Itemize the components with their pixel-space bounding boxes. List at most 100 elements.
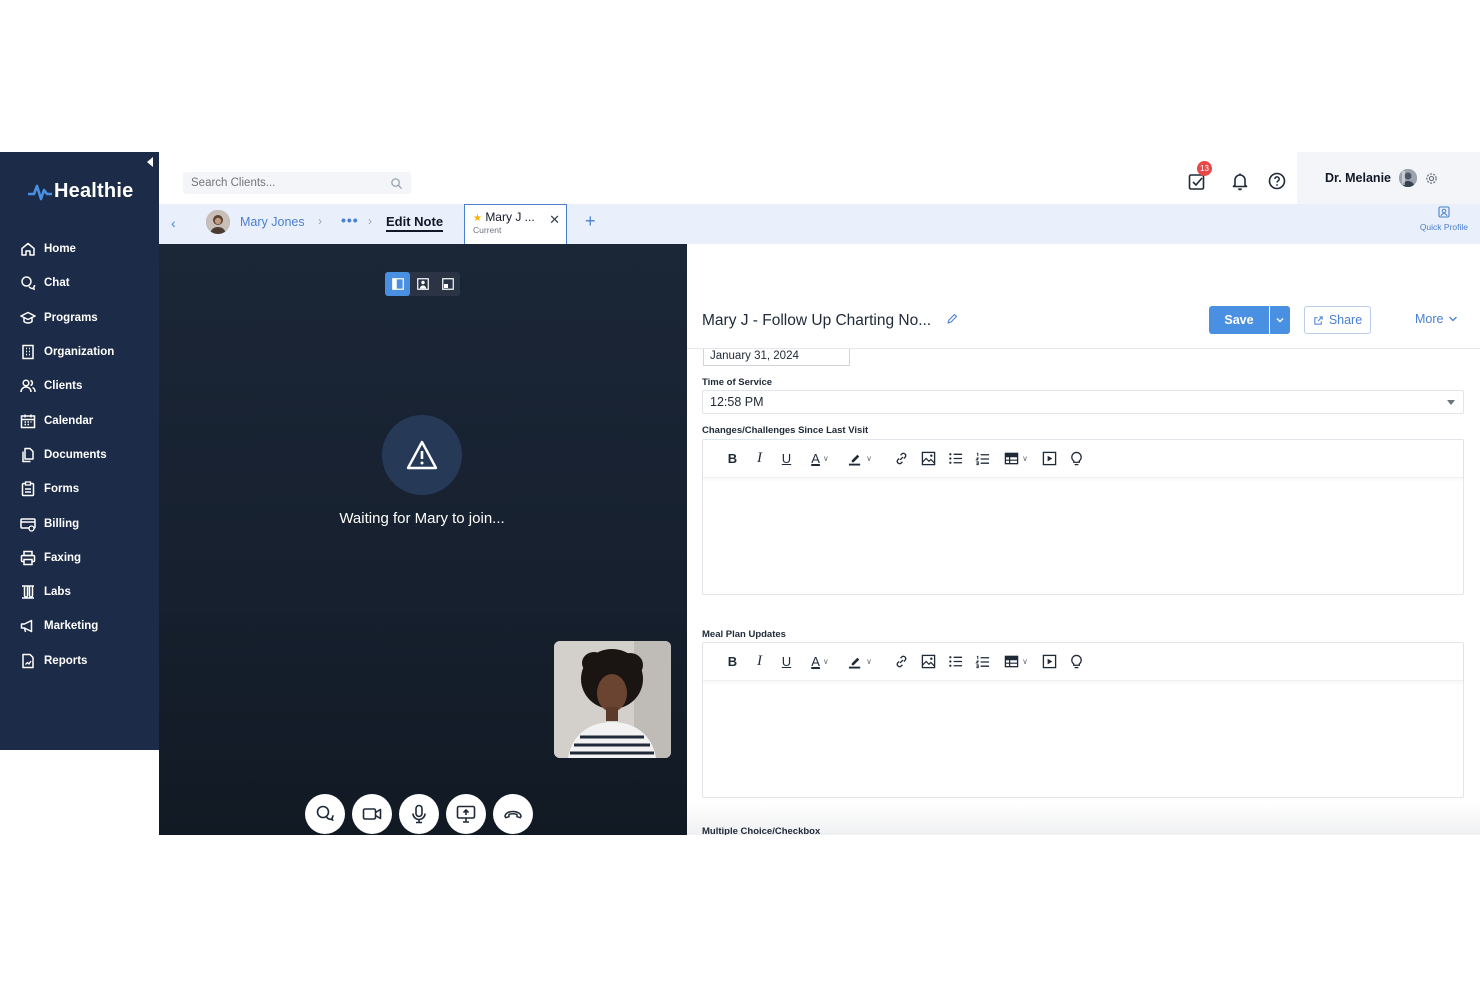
user-avatar-image — [1399, 169, 1417, 187]
save-button[interactable]: Save — [1209, 306, 1269, 334]
screen-share-button[interactable] — [446, 794, 486, 834]
save-options-chevron-icon[interactable] — [1270, 306, 1290, 334]
breadcrumb-more-button[interactable]: ••• — [341, 212, 359, 228]
sidebar-item-calendar[interactable]: Calendar — [0, 403, 159, 437]
charting-note-panel: Mary J - Follow Up Charting No... Save S… — [687, 244, 1480, 835]
warning-indicator — [382, 415, 462, 495]
bulleted-list-button[interactable] — [942, 447, 969, 471]
insert-video-button[interactable] — [1036, 447, 1063, 471]
insert-video-button[interactable] — [1036, 650, 1063, 674]
collapse-sidebar-icon[interactable] — [147, 157, 153, 167]
insert-table-button[interactable]: ∨ — [996, 650, 1036, 674]
organization-icon — [22, 344, 34, 360]
programs-icon — [20, 311, 36, 324]
chevron-down-icon: ∨ — [866, 454, 872, 463]
self-view-video[interactable] — [554, 641, 671, 758]
lightbulb-icon — [1071, 654, 1082, 669]
top-bar: 13 Dr. Melanie — [159, 152, 1480, 204]
more-menu-button[interactable]: More — [1415, 312, 1458, 326]
breadcrumb-client-name[interactable]: Mary Jones — [240, 215, 305, 229]
smart-suggestion-button[interactable] — [1063, 650, 1090, 674]
back-chevron-icon[interactable]: ‹ — [171, 215, 176, 231]
sidebar-item-label: Marketing — [44, 620, 99, 633]
tab-current-note[interactable]: ★ Mary J ... Current ✕ — [464, 204, 567, 244]
italic-button[interactable]: I — [746, 650, 773, 674]
insert-image-button[interactable] — [915, 447, 942, 471]
insert-image-button[interactable] — [915, 650, 942, 674]
chat-toggle-button[interactable] — [305, 794, 345, 834]
edit-pencil-icon[interactable] — [946, 313, 958, 325]
chevron-down-icon: ∨ — [822, 454, 829, 463]
chevron-down-icon: ∨ — [1022, 657, 1028, 666]
layout-speaker-button[interactable] — [410, 272, 435, 296]
highlight-color-button[interactable]: ∨ — [840, 447, 880, 471]
layout-split-button[interactable] — [385, 272, 410, 296]
reports-icon — [22, 653, 34, 668]
end-call-button[interactable] — [493, 794, 533, 834]
sidebar-item-label: Billing — [44, 517, 80, 530]
sidebar: Healthie Home Chat Programs Organization… — [0, 152, 159, 750]
close-tab-icon[interactable]: ✕ — [549, 212, 560, 228]
multiple-choice-label: Multiple Choice/Checkbox — [702, 826, 821, 835]
quick-profile-label: Quick Profile — [1419, 222, 1468, 232]
smart-suggestion-button[interactable] — [1063, 447, 1090, 471]
sidebar-item-forms[interactable]: Forms — [0, 472, 159, 506]
sidebar-item-marketing[interactable]: Marketing — [0, 609, 159, 643]
search-box[interactable] — [183, 172, 411, 194]
insert-link-button[interactable] — [888, 650, 915, 674]
layout-pip-button[interactable] — [435, 272, 460, 296]
bell-icon[interactable] — [1230, 171, 1250, 191]
changes-challenges-editor: B I U A ∨ ∨ ∨ — [702, 439, 1464, 595]
client-avatar[interactable] — [206, 210, 230, 234]
sidebar-item-label: Clients — [44, 380, 83, 393]
self-view-image — [554, 641, 671, 758]
user-menu[interactable]: Dr. Melanie — [1297, 152, 1480, 204]
underline-button[interactable]: U — [773, 650, 800, 674]
sidebar-item-programs[interactable]: Programs — [0, 301, 159, 335]
healthie-logo[interactable]: Healthie — [28, 180, 133, 203]
chat-bubbles-icon — [316, 805, 334, 822]
numbered-list-button[interactable] — [969, 650, 996, 674]
text-color-button[interactable]: A ∨ — [800, 650, 840, 674]
video-layout-switcher — [385, 272, 460, 296]
italic-button[interactable]: I — [746, 447, 773, 471]
sidebar-item-chat[interactable]: Chat — [0, 266, 159, 300]
share-button[interactable]: Share — [1304, 306, 1371, 334]
camera-toggle-button[interactable] — [352, 794, 392, 834]
sidebar-item-documents[interactable]: Documents — [0, 438, 159, 472]
bulleted-list-button[interactable] — [942, 650, 969, 674]
highlight-color-button[interactable]: ∨ — [840, 650, 880, 674]
sidebar-item-home[interactable]: Home — [0, 232, 159, 266]
sidebar-item-label: Forms — [44, 483, 80, 496]
bold-button[interactable]: B — [719, 447, 746, 471]
add-tab-icon[interactable]: + — [585, 211, 596, 232]
video-camera-icon — [362, 808, 382, 820]
sidebar-item-labs[interactable]: Labs — [0, 575, 159, 609]
time-of-service-select[interactable]: 12:58 PM — [702, 390, 1464, 414]
user-avatar[interactable] — [1399, 169, 1417, 187]
sidebar-item-clients[interactable]: Clients — [0, 369, 159, 403]
sidebar-item-label: Programs — [44, 311, 98, 324]
breadcrumb-edit-note[interactable]: Edit Note — [386, 214, 444, 232]
table-icon — [1004, 452, 1019, 465]
numbered-list-button[interactable] — [969, 447, 996, 471]
microphone-toggle-button[interactable] — [399, 794, 439, 834]
settings-gear-icon[interactable] — [1425, 172, 1438, 185]
insert-link-button[interactable] — [888, 447, 915, 471]
sidebar-item-organization[interactable]: Organization — [0, 335, 159, 369]
lightbulb-icon — [1071, 451, 1082, 466]
underline-button[interactable]: U — [773, 447, 800, 471]
documents-icon — [22, 447, 34, 463]
sidebar-item-reports[interactable]: Reports — [0, 644, 159, 678]
help-icon[interactable] — [1267, 171, 1287, 191]
insert-table-button[interactable]: ∨ — [996, 447, 1036, 471]
search-icon[interactable] — [390, 177, 403, 190]
text-color-button[interactable]: A ∨ — [800, 447, 840, 471]
sidebar-item-faxing[interactable]: Faxing — [0, 541, 159, 575]
sidebar-item-billing[interactable]: Billing — [0, 506, 159, 540]
bold-button[interactable]: B — [719, 650, 746, 674]
date-of-service-field[interactable]: January 31, 2024 — [703, 349, 850, 366]
quick-profile-button[interactable]: Quick Profile — [1420, 206, 1468, 232]
chevron-down-icon: ∨ — [822, 657, 829, 666]
search-input[interactable] — [191, 177, 381, 189]
